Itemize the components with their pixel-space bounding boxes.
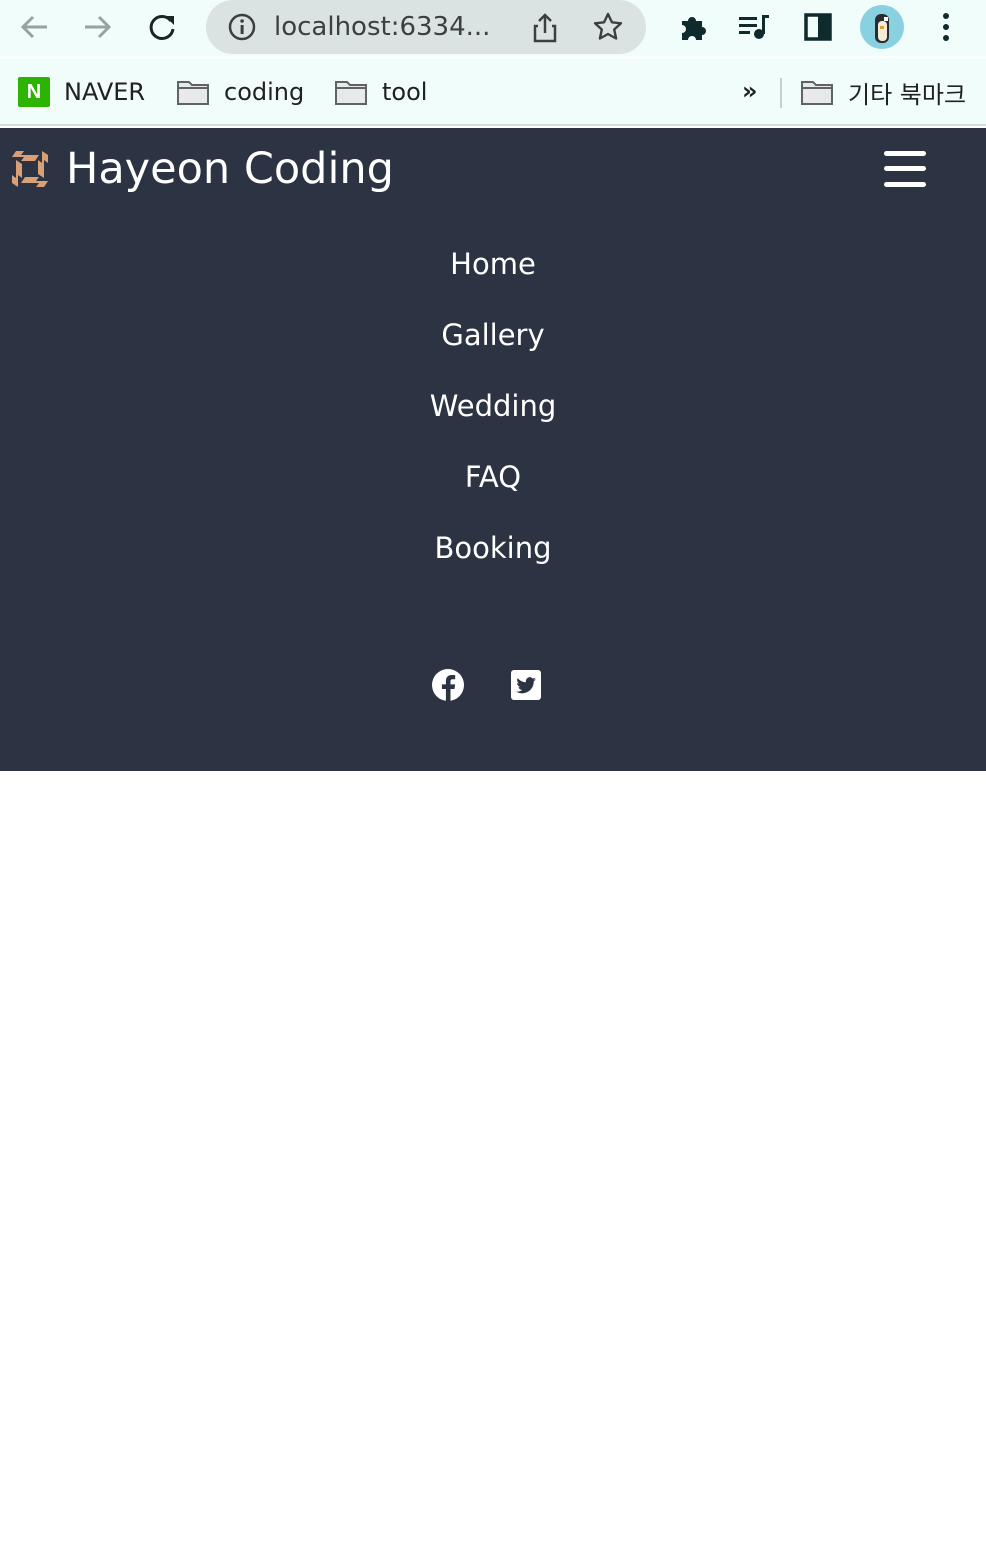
info-icon[interactable] — [226, 12, 258, 42]
menu-button[interactable] — [926, 0, 966, 54]
nav-link-wedding[interactable]: Wedding — [0, 371, 986, 442]
bookmark-label: 기타 북마크 — [848, 80, 967, 109]
other-bookmarks-folder[interactable]: 기타 북마크 — [800, 58, 966, 126]
star-icon[interactable] — [592, 11, 624, 43]
arrow-left-icon — [20, 15, 47, 39]
hamburger-bar — [884, 151, 926, 156]
bookmark-folder-tool[interactable]: tool — [334, 58, 427, 126]
nav-link-gallery[interactable]: Gallery — [0, 300, 986, 371]
site-navbar: Hayeon Coding Home Gallery Wedding FAQ B… — [0, 128, 986, 771]
arrow-right-icon — [85, 15, 112, 39]
bookmark-label: coding — [224, 78, 305, 106]
twitter-icon[interactable] — [509, 668, 543, 702]
brand-title: Hayeon Coding — [66, 144, 394, 194]
hamburger-bar — [884, 166, 926, 171]
media-button[interactable] — [734, 0, 774, 54]
hamburger-bar — [884, 182, 926, 187]
naver-logo: N — [18, 77, 50, 107]
address-bar[interactable]: localhost:6334... — [206, 0, 646, 54]
back-button[interactable] — [14, 0, 54, 54]
bookmark-folder-coding[interactable]: coding — [176, 58, 304, 126]
social-links — [0, 666, 986, 706]
folder-icon — [801, 81, 833, 105]
profile-button[interactable] — [860, 0, 904, 54]
bookmarks-overflow-button[interactable]: » — [742, 58, 758, 126]
forward-button[interactable] — [78, 0, 118, 54]
url-text[interactable]: localhost:6334... — [274, 0, 490, 54]
more-vertical-icon — [943, 13, 949, 41]
side-panel-button[interactable] — [798, 0, 838, 54]
sync-logo-icon — [12, 151, 48, 187]
browser-toolbar: localhost:6334... — [0, 0, 986, 56]
nav-link-faq[interactable]: FAQ — [0, 442, 986, 513]
puzzle-icon — [682, 17, 706, 40]
nav-menu: Home Gallery Wedding FAQ Booking — [0, 229, 986, 584]
avatar — [860, 5, 904, 49]
reload-icon — [149, 14, 175, 40]
bookmarks-bar: N NAVER coding tool » 기타 북마크 — [0, 58, 986, 126]
share-icon[interactable] — [530, 12, 560, 44]
bookmark-naver[interactable]: N NAVER — [18, 58, 145, 126]
bookmark-label: NAVER — [64, 78, 146, 106]
folder-icon — [177, 81, 209, 105]
folder-icon — [335, 81, 367, 105]
navbar-toggle-button[interactable] — [884, 150, 926, 188]
facebook-icon[interactable] — [431, 668, 465, 702]
bookmarks-divider — [780, 78, 782, 108]
nav-link-booking[interactable]: Booking — [0, 513, 986, 584]
nav-link-home[interactable]: Home — [0, 229, 986, 300]
playlist-music-icon — [739, 15, 769, 39]
bookmark-label: tool — [382, 78, 428, 106]
side-panel-icon — [804, 13, 832, 41]
reload-button[interactable] — [142, 0, 182, 54]
brand-link[interactable]: Hayeon Coding — [8, 146, 394, 192]
extensions-button[interactable] — [672, 0, 712, 54]
